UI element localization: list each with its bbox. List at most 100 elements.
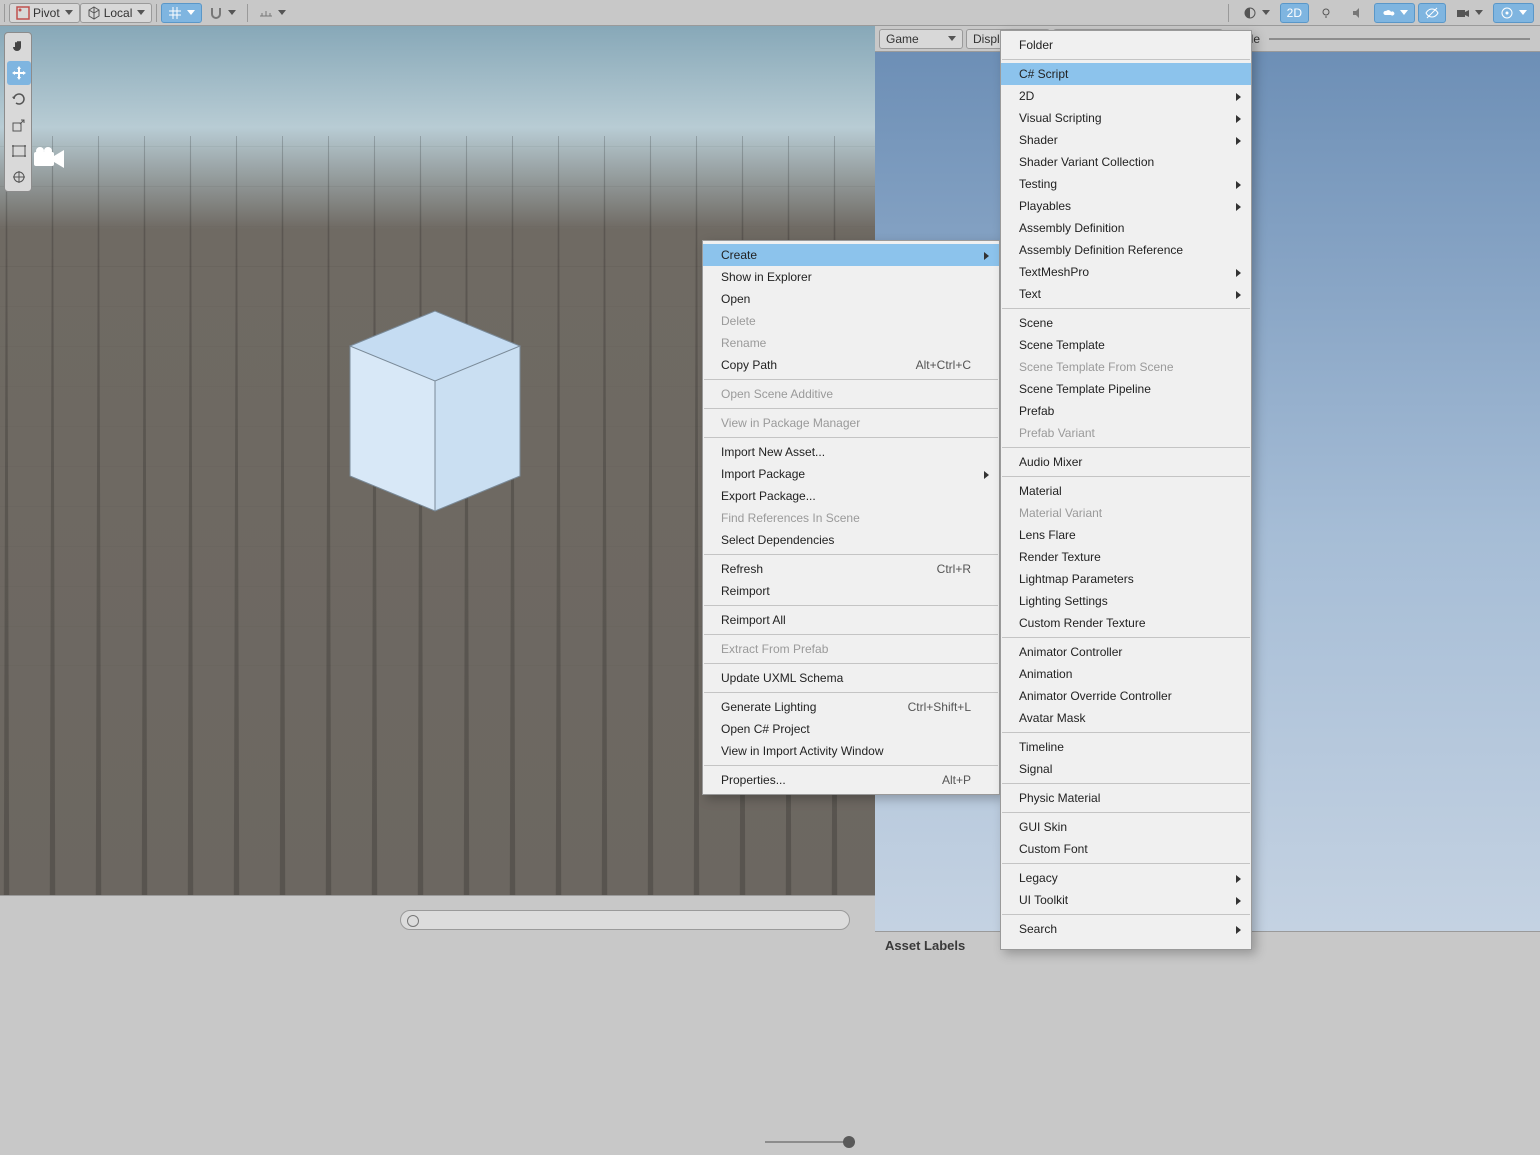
create-text[interactable]: Text bbox=[1001, 283, 1251, 305]
ctx-copy-path[interactable]: Copy PathAlt+Ctrl+C bbox=[703, 354, 999, 376]
ctx-show-in-explorer[interactable]: Show in Explorer bbox=[703, 266, 999, 288]
scene-camera-gizmo bbox=[34, 146, 68, 170]
create-search[interactable]: Search bbox=[1001, 918, 1251, 940]
menu-item-label: Scene Template From Scene bbox=[1019, 360, 1174, 374]
menu-item-label: Update UXML Schema bbox=[721, 671, 843, 685]
ctx-reimport[interactable]: Reimport bbox=[703, 580, 999, 602]
ctx-delete: Delete bbox=[703, 310, 999, 332]
create-separator bbox=[1002, 914, 1250, 915]
create-lightmap-parameters[interactable]: Lightmap Parameters bbox=[1001, 568, 1251, 590]
ctx-select-dependencies[interactable]: Select Dependencies bbox=[703, 529, 999, 551]
create-shader[interactable]: Shader bbox=[1001, 129, 1251, 151]
create-avatar-mask[interactable]: Avatar Mask bbox=[1001, 707, 1251, 729]
menu-item-label: Scene Template bbox=[1019, 338, 1105, 352]
scale-icon bbox=[11, 117, 27, 133]
gizmos-dropdown[interactable] bbox=[1493, 3, 1534, 23]
ctx-generate-lighting[interactable]: Generate LightingCtrl+Shift+L bbox=[703, 696, 999, 718]
mode-2d-button[interactable]: 2D bbox=[1280, 3, 1309, 23]
create-animator-override-controller[interactable]: Animator Override Controller bbox=[1001, 685, 1251, 707]
transform-tool[interactable] bbox=[7, 165, 31, 189]
local-dropdown[interactable]: Local bbox=[80, 3, 153, 23]
eye-off-icon bbox=[1425, 6, 1439, 20]
create-testing[interactable]: Testing bbox=[1001, 173, 1251, 195]
create-timeline[interactable]: Timeline bbox=[1001, 736, 1251, 758]
snap-button[interactable] bbox=[202, 3, 243, 23]
menu-item-label: Create bbox=[721, 248, 757, 262]
create-physic-material[interactable]: Physic Material bbox=[1001, 787, 1251, 809]
fx-button[interactable] bbox=[1374, 3, 1415, 23]
create-custom-font[interactable]: Custom Font bbox=[1001, 838, 1251, 860]
camera-dropdown[interactable] bbox=[1449, 3, 1490, 23]
menu-item-label: Custom Render Texture bbox=[1019, 616, 1146, 630]
create-lighting-settings[interactable]: Lighting Settings bbox=[1001, 590, 1251, 612]
increment-snap-button[interactable] bbox=[252, 3, 293, 23]
shading-dropdown[interactable] bbox=[1236, 3, 1277, 23]
ctx-update-uxml-schema[interactable]: Update UXML Schema bbox=[703, 667, 999, 689]
create-animation[interactable]: Animation bbox=[1001, 663, 1251, 685]
create-audio-mixer[interactable]: Audio Mixer bbox=[1001, 451, 1251, 473]
scale-tool[interactable] bbox=[7, 113, 31, 137]
menu-item-label: Testing bbox=[1019, 177, 1057, 191]
ctx-import-new-asset[interactable]: Import New Asset... bbox=[703, 441, 999, 463]
create-legacy[interactable]: Legacy bbox=[1001, 867, 1251, 889]
project-search-input[interactable] bbox=[400, 910, 850, 930]
create-assembly-definition-reference[interactable]: Assembly Definition Reference bbox=[1001, 239, 1251, 261]
audio-button[interactable] bbox=[1343, 3, 1371, 23]
create-separator bbox=[1002, 476, 1250, 477]
ctx-create[interactable]: Create bbox=[703, 244, 999, 266]
ctx-view-in-import-activity-window[interactable]: View in Import Activity Window bbox=[703, 740, 999, 762]
pivot-icon bbox=[16, 6, 30, 20]
view-tool[interactable] bbox=[7, 35, 31, 59]
ctx-separator bbox=[704, 554, 998, 555]
rotate-tool[interactable] bbox=[7, 87, 31, 111]
scale-slider[interactable] bbox=[1269, 38, 1530, 40]
menu-item-label: Signal bbox=[1019, 762, 1052, 776]
create-textmeshpro[interactable]: TextMeshPro bbox=[1001, 261, 1251, 283]
ctx-reimport-all[interactable]: Reimport All bbox=[703, 609, 999, 631]
sphere-icon bbox=[1243, 6, 1257, 20]
project-preview-area bbox=[0, 895, 875, 1155]
create-material[interactable]: Material bbox=[1001, 480, 1251, 502]
menu-item-label: Open C# Project bbox=[721, 722, 810, 736]
create-render-texture[interactable]: Render Texture bbox=[1001, 546, 1251, 568]
ctx-properties[interactable]: Properties...Alt+P bbox=[703, 769, 999, 791]
thumbnail-size-slider[interactable] bbox=[765, 1135, 855, 1149]
ctx-export-package[interactable]: Export Package... bbox=[703, 485, 999, 507]
create-assembly-definition[interactable]: Assembly Definition bbox=[1001, 217, 1251, 239]
create-scene-template-pipeline[interactable]: Scene Template Pipeline bbox=[1001, 378, 1251, 400]
create-signal[interactable]: Signal bbox=[1001, 758, 1251, 780]
rect-tool[interactable] bbox=[7, 139, 31, 163]
ctx-separator bbox=[704, 765, 998, 766]
move-tool[interactable] bbox=[7, 61, 31, 85]
ctx-find-references-in-scene: Find References In Scene bbox=[703, 507, 999, 529]
ctx-import-package[interactable]: Import Package bbox=[703, 463, 999, 485]
create-gui-skin[interactable]: GUI Skin bbox=[1001, 816, 1251, 838]
create-scene-template[interactable]: Scene Template bbox=[1001, 334, 1251, 356]
menu-item-label: Shader Variant Collection bbox=[1019, 155, 1154, 169]
menu-item-label: Open Scene Additive bbox=[721, 387, 833, 401]
create-playables[interactable]: Playables bbox=[1001, 195, 1251, 217]
create-shader-variant-collection[interactable]: Shader Variant Collection bbox=[1001, 151, 1251, 173]
menu-item-label: UI Toolkit bbox=[1019, 893, 1068, 907]
ctx-open[interactable]: Open bbox=[703, 288, 999, 310]
create-c-script[interactable]: C# Script bbox=[1001, 63, 1251, 85]
menu-item-shortcut: Alt+Ctrl+C bbox=[916, 358, 971, 372]
create-animator-controller[interactable]: Animator Controller bbox=[1001, 641, 1251, 663]
create-prefab[interactable]: Prefab bbox=[1001, 400, 1251, 422]
create-visual-scripting[interactable]: Visual Scripting bbox=[1001, 107, 1251, 129]
game-tab-dropdown[interactable]: Game bbox=[879, 29, 963, 49]
create-scene[interactable]: Scene bbox=[1001, 312, 1251, 334]
create-custom-render-texture[interactable]: Custom Render Texture bbox=[1001, 612, 1251, 634]
create-ui-toolkit[interactable]: UI Toolkit bbox=[1001, 889, 1251, 911]
grid-snap-button[interactable] bbox=[161, 3, 202, 23]
menu-item-label: C# Script bbox=[1019, 67, 1068, 81]
lighting-button[interactable] bbox=[1312, 3, 1340, 23]
ctx-open-c-project[interactable]: Open C# Project bbox=[703, 718, 999, 740]
pivot-dropdown[interactable]: Pivot bbox=[9, 3, 80, 23]
ctx-refresh[interactable]: RefreshCtrl+R bbox=[703, 558, 999, 580]
create-lens-flare[interactable]: Lens Flare bbox=[1001, 524, 1251, 546]
create-folder[interactable]: Folder bbox=[1001, 34, 1251, 56]
hidden-button[interactable] bbox=[1418, 3, 1446, 23]
create-2d[interactable]: 2D bbox=[1001, 85, 1251, 107]
scene-cube[interactable] bbox=[330, 301, 540, 511]
